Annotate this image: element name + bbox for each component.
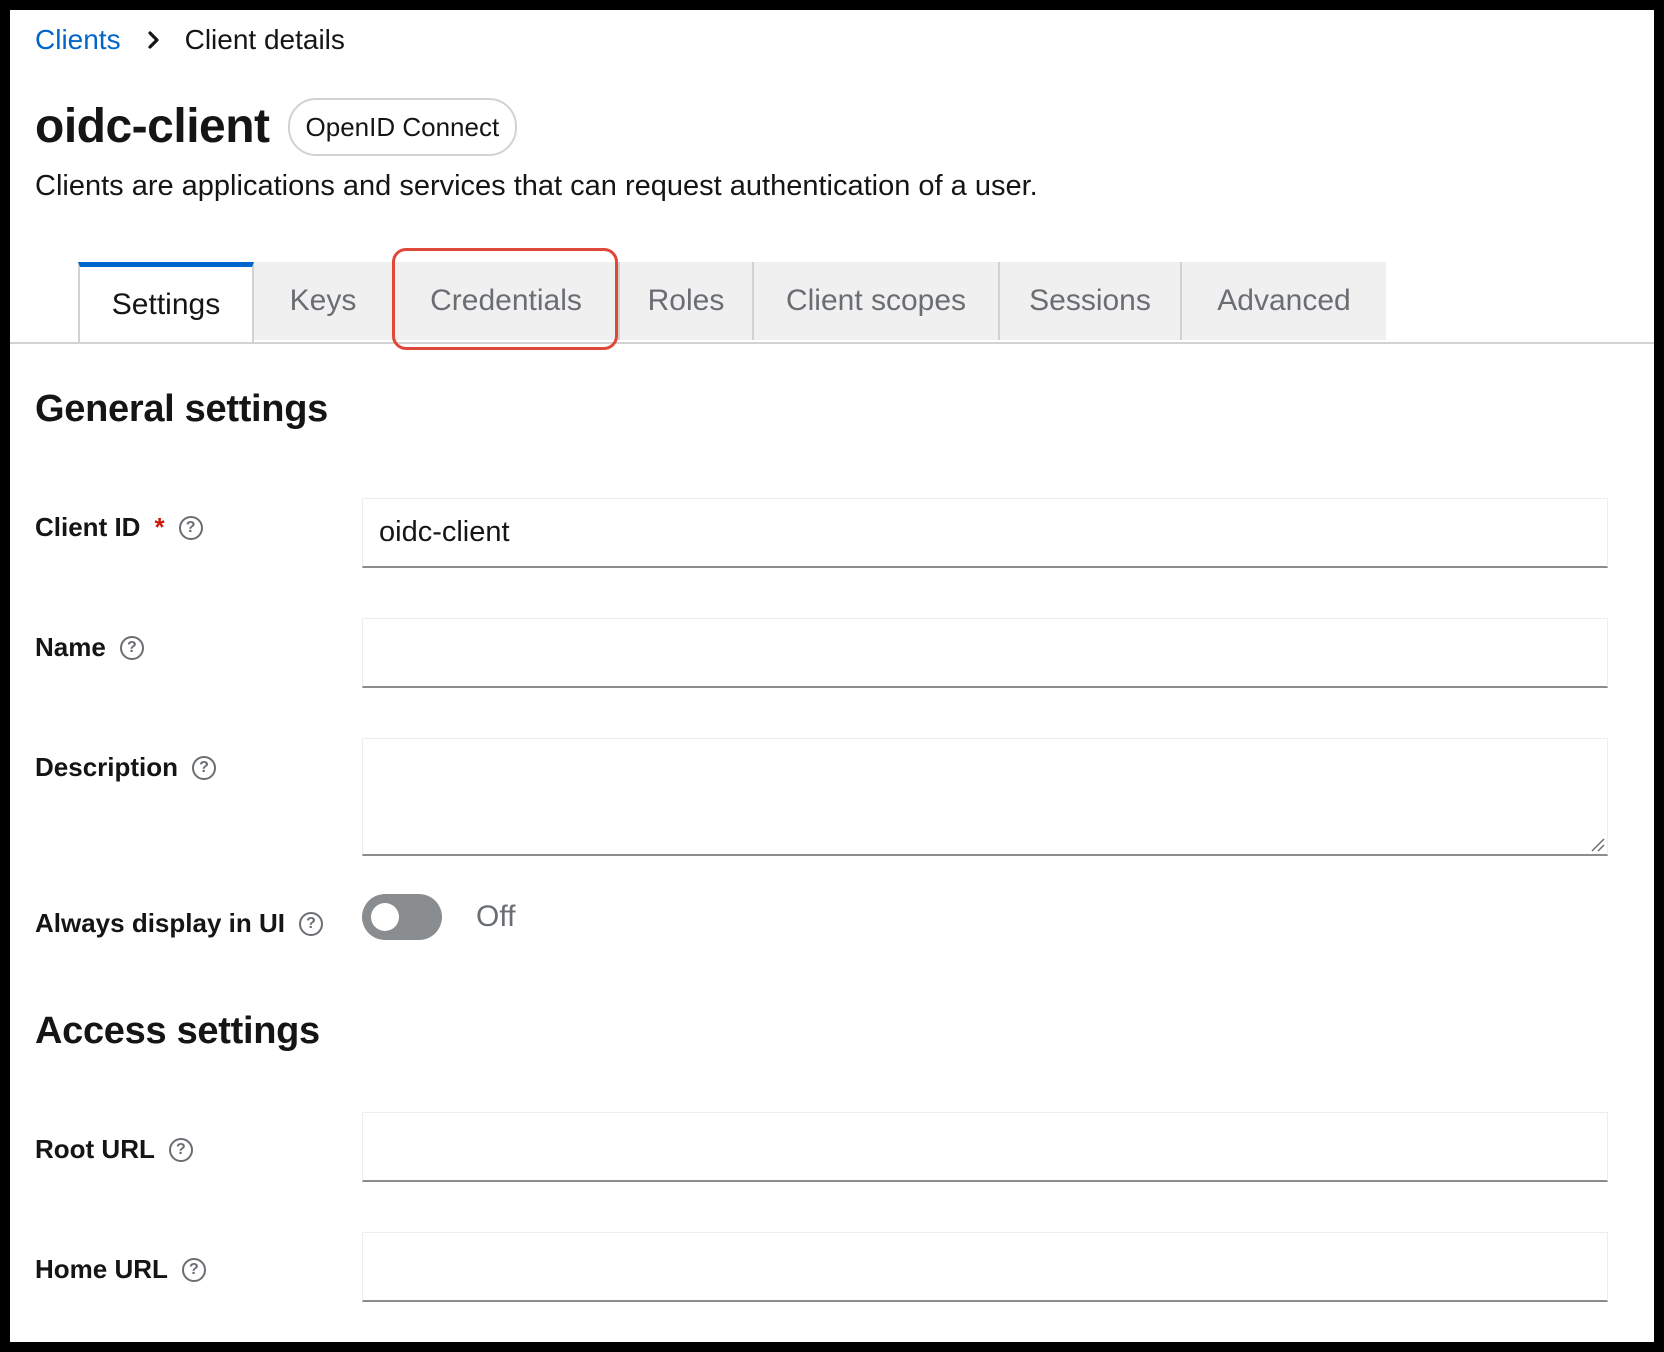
always-display-state: Off: [476, 900, 516, 933]
question-circle-icon[interactable]: ?: [298, 911, 323, 936]
access-settings-heading: Access settings: [35, 1010, 320, 1052]
question-circle-icon[interactable]: ?: [119, 635, 144, 660]
home-url-label: Home URL ?: [35, 1254, 206, 1285]
tab-credentials[interactable]: Credentials: [392, 262, 618, 340]
page-title: oidc-client: [35, 100, 270, 153]
breadcrumb: Clients Client details: [35, 24, 345, 56]
tab-settings[interactable]: Settings: [78, 262, 254, 342]
name-label: Name ?: [35, 632, 144, 663]
tab-sessions[interactable]: Sessions: [998, 262, 1180, 340]
home-url-label-text: Home URL: [35, 1254, 168, 1284]
chevron-right-icon: [147, 30, 161, 50]
tab-roles[interactable]: Roles: [618, 262, 752, 340]
description-textarea[interactable]: [362, 738, 1608, 856]
tab-keys[interactable]: Keys: [254, 262, 392, 340]
app-frame: Clients Client details oidc-client OpenI…: [10, 10, 1654, 1342]
client-id-label-text: Client ID: [35, 512, 141, 542]
name-input[interactable]: [362, 618, 1608, 688]
always-display-label: Always display in UI ?: [35, 908, 323, 939]
root-url-label-text: Root URL: [35, 1134, 155, 1164]
page-header: oidc-client OpenID Connect: [35, 98, 518, 156]
home-url-input[interactable]: [362, 1232, 1608, 1302]
name-label-text: Name: [35, 632, 106, 662]
root-url-label: Root URL ?: [35, 1134, 193, 1165]
always-display-toggle[interactable]: [362, 894, 442, 940]
tab-bar: Settings Keys Credentials Roles Client s…: [10, 248, 1654, 350]
tab-client-scopes[interactable]: Client scopes: [752, 262, 998, 340]
client-id-label: Client ID * ?: [35, 512, 203, 543]
resize-grip-icon[interactable]: [1589, 836, 1605, 852]
page-description: Clients are applications and services th…: [35, 170, 1038, 202]
description-label: Description ?: [35, 752, 217, 783]
toggle-knob: [371, 903, 399, 931]
client-id-input[interactable]: oidc-client: [362, 498, 1608, 568]
question-circle-icon[interactable]: ?: [178, 515, 203, 540]
question-circle-icon[interactable]: ?: [181, 1257, 206, 1282]
description-label-text: Description: [35, 752, 179, 782]
general-settings-heading: General settings: [35, 388, 328, 430]
protocol-badge: OpenID Connect: [287, 98, 518, 156]
always-display-label-text: Always display in UI: [35, 908, 285, 938]
tab-advanced[interactable]: Advanced: [1180, 262, 1386, 340]
question-circle-icon[interactable]: ?: [192, 755, 217, 780]
breadcrumb-clients-link[interactable]: Clients: [35, 24, 121, 56]
question-circle-icon[interactable]: ?: [168, 1137, 193, 1162]
breadcrumb-current: Client details: [184, 24, 345, 55]
required-indicator: *: [154, 512, 165, 542]
root-url-input[interactable]: [362, 1112, 1608, 1182]
